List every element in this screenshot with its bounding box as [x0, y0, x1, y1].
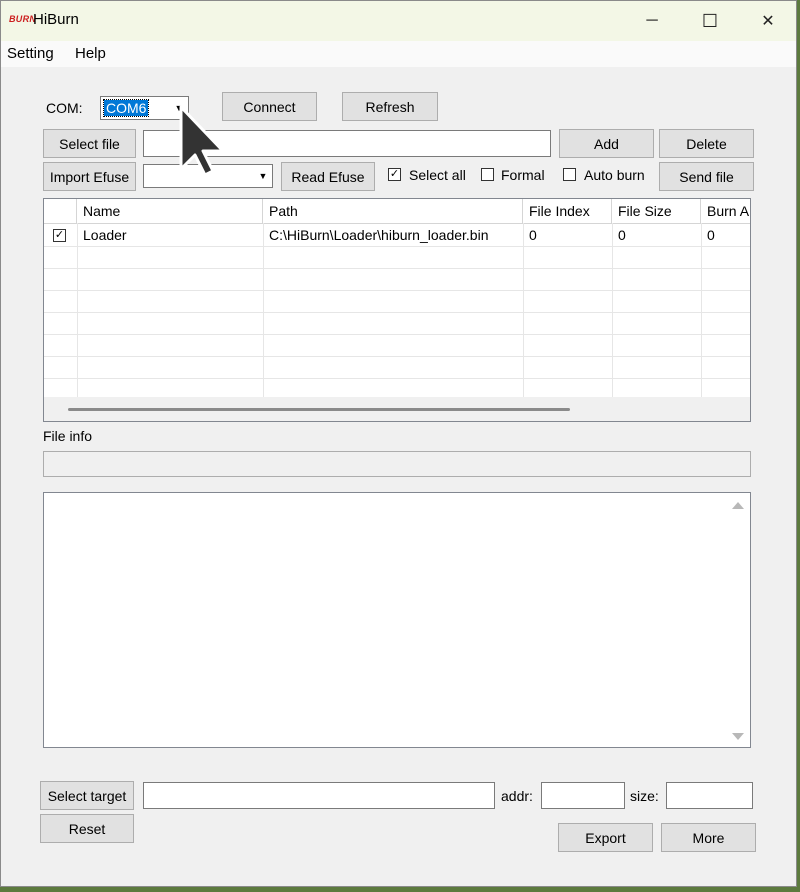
- import-efuse-button[interactable]: Import Efuse: [43, 162, 136, 191]
- column-header-burn-addr[interactable]: Burn A: [701, 199, 750, 223]
- column-header-name[interactable]: Name: [77, 199, 263, 223]
- select-all-checkbox[interactable]: ✓: [388, 168, 401, 181]
- size-label: size:: [630, 788, 659, 804]
- log-vertical-scrollbar[interactable]: [726, 493, 750, 747]
- scroll-down-icon[interactable]: [732, 733, 744, 740]
- table-row-empty: [44, 356, 750, 379]
- row-checkbox[interactable]: ✓: [53, 229, 66, 242]
- com-port-select[interactable]: COM6 ▼: [100, 96, 189, 120]
- addr-input[interactable]: [541, 782, 625, 809]
- column-divider: [612, 223, 613, 397]
- row-file-index: 0: [529, 227, 537, 243]
- file-info-field: [43, 451, 751, 477]
- row-path: C:\HiBurn\Loader\hiburn_loader.bin: [269, 227, 489, 243]
- auto-burn-checkbox[interactable]: [563, 168, 576, 181]
- column-divider: [523, 223, 524, 397]
- connect-button[interactable]: Connect: [222, 92, 317, 121]
- add-button[interactable]: Add: [559, 129, 654, 158]
- maximize-icon: ☐: [701, 10, 719, 31]
- column-divider: [263, 223, 264, 397]
- window-title: HiBurn: [33, 11, 79, 28]
- close-icon: ✕: [761, 13, 775, 30]
- file-table: Name Path File Index File Size Burn A ✓ …: [43, 198, 751, 422]
- formal-label: Formal: [501, 167, 545, 183]
- formal-checkbox[interactable]: [481, 168, 494, 181]
- more-button[interactable]: More: [661, 823, 756, 852]
- table-row-empty: [44, 268, 750, 291]
- maximize-button[interactable]: ☐: [681, 1, 739, 41]
- close-button[interactable]: ✕: [739, 1, 796, 41]
- column-header-file-index[interactable]: File Index: [523, 199, 612, 223]
- table-header: Name Path File Index File Size Burn A: [44, 199, 750, 224]
- minimize-icon: ─: [646, 12, 658, 29]
- menu-help[interactable]: Help: [75, 45, 106, 62]
- chevron-down-icon: ▼: [258, 171, 268, 181]
- column-divider: [77, 223, 78, 397]
- read-efuse-button[interactable]: Read Efuse: [281, 162, 375, 191]
- table-horizontal-scrollbar[interactable]: [44, 397, 750, 421]
- scrollbar-thumb[interactable]: [68, 408, 570, 411]
- select-all-label: Select all: [409, 167, 466, 183]
- auto-burn-label: Auto burn: [584, 167, 645, 183]
- reset-button[interactable]: Reset: [40, 814, 134, 843]
- row-burn-addr: 0: [707, 227, 715, 243]
- row-file-size: 0: [618, 227, 626, 243]
- addr-label: addr:: [501, 788, 533, 804]
- size-input[interactable]: [666, 782, 753, 809]
- com-selected-value: COM6: [102, 99, 150, 117]
- title-bar[interactable]: BURN HiBurn ─ ☐ ✕: [1, 1, 796, 41]
- file-info-label: File info: [43, 428, 93, 444]
- target-path-input[interactable]: [143, 782, 495, 809]
- minimize-button[interactable]: ─: [623, 1, 681, 41]
- column-header-path[interactable]: Path: [263, 199, 523, 223]
- column-header-file-size[interactable]: File Size: [612, 199, 701, 223]
- column-header-check[interactable]: [44, 199, 77, 223]
- table-row-empty: [44, 334, 750, 357]
- menu-bar: Setting Help: [1, 41, 796, 67]
- table-row-empty: [44, 312, 750, 335]
- scroll-up-icon[interactable]: [732, 502, 744, 509]
- menu-setting[interactable]: Setting: [7, 45, 54, 62]
- select-target-button[interactable]: Select target: [40, 781, 134, 810]
- com-label: COM:: [46, 100, 83, 116]
- refresh-button[interactable]: Refresh: [342, 92, 438, 121]
- send-file-button[interactable]: Send file: [659, 162, 754, 191]
- delete-button[interactable]: Delete: [659, 129, 754, 158]
- mouse-pointer-icon: [179, 105, 225, 177]
- row-name: Loader: [83, 227, 127, 243]
- table-row-empty: [44, 246, 750, 269]
- hiburn-window: BURN HiBurn ─ ☐ ✕ Setting Help COM: COM6…: [0, 0, 797, 887]
- log-output-area[interactable]: [43, 492, 751, 748]
- export-button[interactable]: Export: [558, 823, 653, 852]
- select-file-button[interactable]: Select file: [43, 129, 136, 158]
- table-row[interactable]: ✓ Loader C:\HiBurn\Loader\hiburn_loader.…: [44, 224, 750, 247]
- column-divider: [701, 223, 702, 397]
- table-row-empty: [44, 290, 750, 313]
